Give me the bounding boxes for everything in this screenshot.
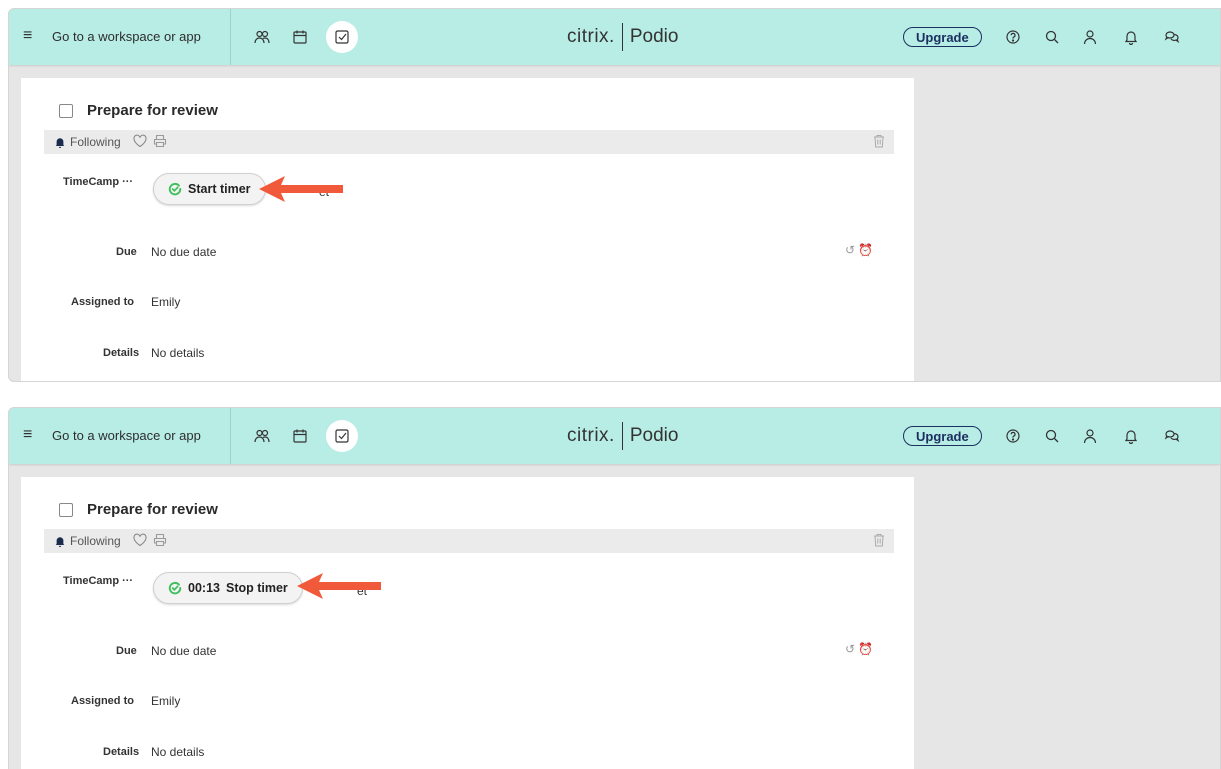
brand-divider <box>621 23 623 51</box>
timecamp-logo-icon <box>168 581 182 595</box>
task-complete-checkbox[interactable] <box>59 103 73 118</box>
bell-icon <box>55 138 65 148</box>
hamburger-icon[interactable]: ≡ <box>23 426 32 444</box>
due-date-icons: ↺⏰ <box>845 243 876 257</box>
red-arrow-icon <box>259 176 343 202</box>
task-title: Prepare for review <box>87 501 218 518</box>
tasks-icon[interactable] <box>326 420 358 452</box>
following-label: Following <box>70 135 121 149</box>
help-icon[interactable] <box>1000 423 1026 449</box>
details-label: Details <box>103 746 140 758</box>
screenshot-panel-running: ≡ Go to a workspace or app citrix. Podio… <box>8 407 1221 769</box>
assigned-to-label: Assigned to <box>71 695 134 707</box>
notifications-icon[interactable] <box>1118 423 1144 449</box>
alarm-clock-icon[interactable]: ⏰ <box>858 642 876 656</box>
brand-logo: citrix. Podio <box>567 420 678 452</box>
timer-button-label: Start timer <box>188 182 251 196</box>
task-action-strip: Following <box>44 529 894 553</box>
alarm-clock-icon[interactable]: ⏰ <box>858 243 876 257</box>
citrix-logo: citrix. <box>567 425 615 446</box>
repeat-icon[interactable]: ↺ <box>845 642 858 656</box>
calendar-icon[interactable] <box>287 24 313 50</box>
profile-icon[interactable] <box>1077 423 1103 449</box>
due-label: Due <box>116 246 137 258</box>
podio-logo: Podio <box>629 425 679 446</box>
follow-toggle[interactable]: Following <box>54 534 121 548</box>
divider <box>230 9 231 65</box>
notifications-icon[interactable] <box>1118 24 1144 50</box>
top-navigation-bar: ≡ Go to a workspace or app citrix. Podio… <box>9 408 1220 464</box>
assigned-to-value[interactable]: Emily <box>151 694 180 708</box>
help-icon[interactable] <box>1000 24 1026 50</box>
details-label: Details <box>103 347 140 359</box>
search-icon[interactable] <box>1039 423 1065 449</box>
workspace-switcher[interactable]: Go to a workspace or app <box>52 29 201 44</box>
task-header: Prepare for review <box>59 102 218 119</box>
workspace-switcher[interactable]: Go to a workspace or app <box>52 428 201 443</box>
task-header: Prepare for review <box>59 501 218 518</box>
search-icon[interactable] <box>1039 24 1065 50</box>
stop-timer-button[interactable]: 00:13 Stop timer <box>153 572 303 604</box>
due-label: Due <box>116 645 137 657</box>
task-title: Prepare for review <box>87 102 218 119</box>
red-arrow-icon <box>297 573 381 599</box>
contacts-icon[interactable] <box>249 423 275 449</box>
profile-icon[interactable] <box>1077 24 1103 50</box>
hamburger-icon[interactable]: ≡ <box>23 27 32 45</box>
due-value[interactable]: No due date <box>151 644 216 658</box>
repeat-icon[interactable]: ↺ <box>845 243 858 257</box>
top-navigation-bar: ≡ Go to a workspace or app citrix. Podio… <box>9 9 1220 65</box>
timecamp-label[interactable]: TimeCamp ··· <box>63 176 133 188</box>
tasks-icon[interactable] <box>326 21 358 53</box>
timecamp-logo-icon <box>168 182 182 196</box>
like-heart-icon[interactable] <box>132 532 148 548</box>
upgrade-button[interactable]: Upgrade <box>903 426 982 446</box>
start-timer-button[interactable]: Start timer <box>153 173 266 205</box>
podio-logo: Podio <box>629 26 679 47</box>
timer-elapsed: 00:13 <box>188 581 220 595</box>
chat-icon[interactable] <box>1159 423 1185 449</box>
calendar-icon[interactable] <box>287 423 313 449</box>
details-value[interactable]: No details <box>151 346 204 360</box>
brand-logo: citrix. Podio <box>567 21 678 53</box>
trash-icon[interactable] <box>872 133 886 149</box>
timecamp-label[interactable]: TimeCamp ··· <box>63 575 133 587</box>
print-icon[interactable] <box>152 133 168 149</box>
trash-icon[interactable] <box>872 532 886 548</box>
details-value[interactable]: No details <box>151 745 204 759</box>
chat-icon[interactable] <box>1159 24 1185 50</box>
timer-button-label: Stop timer <box>225 581 288 595</box>
divider <box>230 408 231 464</box>
following-label: Following <box>70 534 121 548</box>
like-heart-icon[interactable] <box>132 133 148 149</box>
follow-toggle[interactable]: Following <box>54 135 121 149</box>
assigned-to-label: Assigned to <box>71 296 134 308</box>
bell-icon <box>55 537 65 547</box>
task-complete-checkbox[interactable] <box>59 502 73 517</box>
brand-divider <box>621 422 623 450</box>
due-value[interactable]: No due date <box>151 245 216 259</box>
screenshot-panel-start: ≡ Go to a workspace or app citrix. Podio… <box>8 8 1221 382</box>
task-card: Prepare for review Following TimeCamp ··… <box>21 477 914 769</box>
contacts-icon[interactable] <box>249 24 275 50</box>
upgrade-button[interactable]: Upgrade <box>903 27 982 47</box>
task-action-strip: Following <box>44 130 894 154</box>
task-card: Prepare for review Following TimeCamp ··… <box>21 78 914 381</box>
assigned-to-value[interactable]: Emily <box>151 295 180 309</box>
citrix-logo: citrix. <box>567 26 615 47</box>
due-date-icons: ↺⏰ <box>845 642 876 656</box>
print-icon[interactable] <box>152 532 168 548</box>
